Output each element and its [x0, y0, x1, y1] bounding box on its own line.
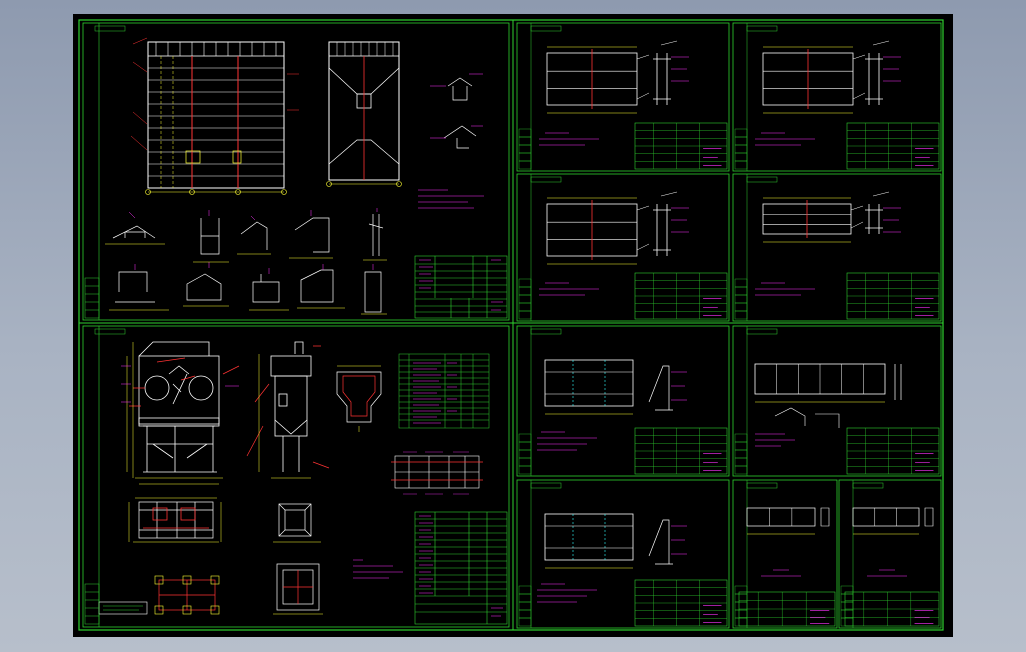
mini-elevation — [852, 507, 920, 527]
ga-foundation-plan — [158, 579, 216, 611]
sheet-detail-a[interactable] — [732, 479, 838, 629]
sheet-panel-3[interactable] — [516, 173, 730, 322]
title-block-main — [414, 255, 508, 319]
ga-plan-view — [138, 501, 214, 539]
section-view — [653, 204, 671, 256]
drawing-content — [537, 359, 687, 451]
outer-frame — [78, 19, 944, 631]
cad-drawing-canvas[interactable] — [73, 14, 953, 637]
sheet-general-arrangement[interactable] — [82, 325, 510, 628]
title-block — [846, 427, 940, 475]
sheet-panel-4[interactable] — [732, 173, 942, 322]
mini-elevation — [746, 507, 816, 527]
title-block — [846, 122, 940, 170]
parts-list-table — [398, 353, 490, 429]
detail-callouts-top — [443, 77, 477, 149]
section-view — [653, 53, 671, 105]
sheet-border — [732, 479, 838, 629]
sheet-panel-1[interactable] — [516, 22, 730, 172]
title-block — [634, 579, 728, 627]
sheet-panel-6[interactable] — [732, 325, 942, 477]
section-view — [865, 53, 883, 105]
sheet-panel-5[interactable] — [516, 325, 730, 477]
title-block — [634, 427, 728, 475]
sheet-label-box — [746, 25, 778, 32]
sheet-border — [516, 173, 730, 322]
section-view — [648, 365, 673, 411]
notes-text — [537, 583, 597, 603]
title-block-ga — [414, 511, 508, 625]
ga-front-view — [138, 341, 220, 473]
right-panels-group — [516, 22, 942, 629]
sheet-border — [732, 173, 942, 322]
title-block — [846, 272, 940, 320]
notes-text — [539, 132, 599, 146]
notes-text — [755, 282, 815, 296]
title-block — [844, 591, 940, 627]
front-elevation — [130, 37, 299, 195]
sheet-panel-2[interactable] — [732, 22, 942, 172]
sheet-border — [838, 479, 942, 629]
notes-text — [539, 282, 599, 296]
sheet-panel-7[interactable] — [516, 479, 730, 629]
frame-elevation — [544, 513, 634, 561]
ga-side-view — [270, 341, 312, 472]
sheet-label-box — [530, 328, 562, 335]
sheet-label-box — [746, 328, 778, 335]
sheet-border — [732, 325, 942, 477]
section-details-row1 — [112, 214, 384, 256]
sheet-border — [516, 479, 730, 629]
sheet-label-box — [746, 176, 778, 183]
sheet-border — [732, 22, 942, 172]
sheet-detail-b[interactable] — [838, 479, 942, 629]
sheet-main-assembly[interactable] — [82, 22, 510, 321]
title-block — [634, 272, 728, 320]
section-details-row2 — [115, 269, 382, 313]
notes-text — [418, 189, 484, 209]
notes-text — [755, 433, 795, 447]
drawing-content — [537, 513, 687, 603]
notes-text — [537, 431, 597, 451]
section-view — [648, 519, 673, 565]
drawing-content — [539, 191, 689, 296]
ga-square-detail-1 — [278, 503, 312, 537]
side-elevation — [326, 41, 402, 187]
drawing-content — [755, 40, 901, 146]
notes-text — [867, 569, 907, 577]
ga-beam-layout — [394, 455, 480, 489]
ga-section-hopper — [336, 371, 382, 423]
drawing-content — [852, 507, 934, 577]
sheet-label-box — [530, 482, 562, 489]
title-block — [738, 591, 836, 627]
notes-text — [755, 132, 815, 146]
drawing-content — [746, 507, 830, 577]
title-block — [634, 122, 728, 170]
sheet-label-box — [530, 25, 562, 32]
notes-text — [761, 569, 801, 577]
sheet-border — [516, 22, 730, 172]
frame-elevation — [544, 359, 634, 407]
drawing-content — [539, 40, 689, 146]
sheet-border — [516, 325, 730, 477]
sheet-label-box — [852, 482, 884, 489]
section-view — [865, 204, 883, 234]
sheet-label-box — [746, 482, 778, 489]
cad-drawing — [78, 19, 944, 631]
drawing-content — [754, 363, 902, 447]
ga-legend-box — [98, 601, 148, 615]
drawing-content — [755, 191, 901, 296]
sheet-label-box — [530, 176, 562, 183]
